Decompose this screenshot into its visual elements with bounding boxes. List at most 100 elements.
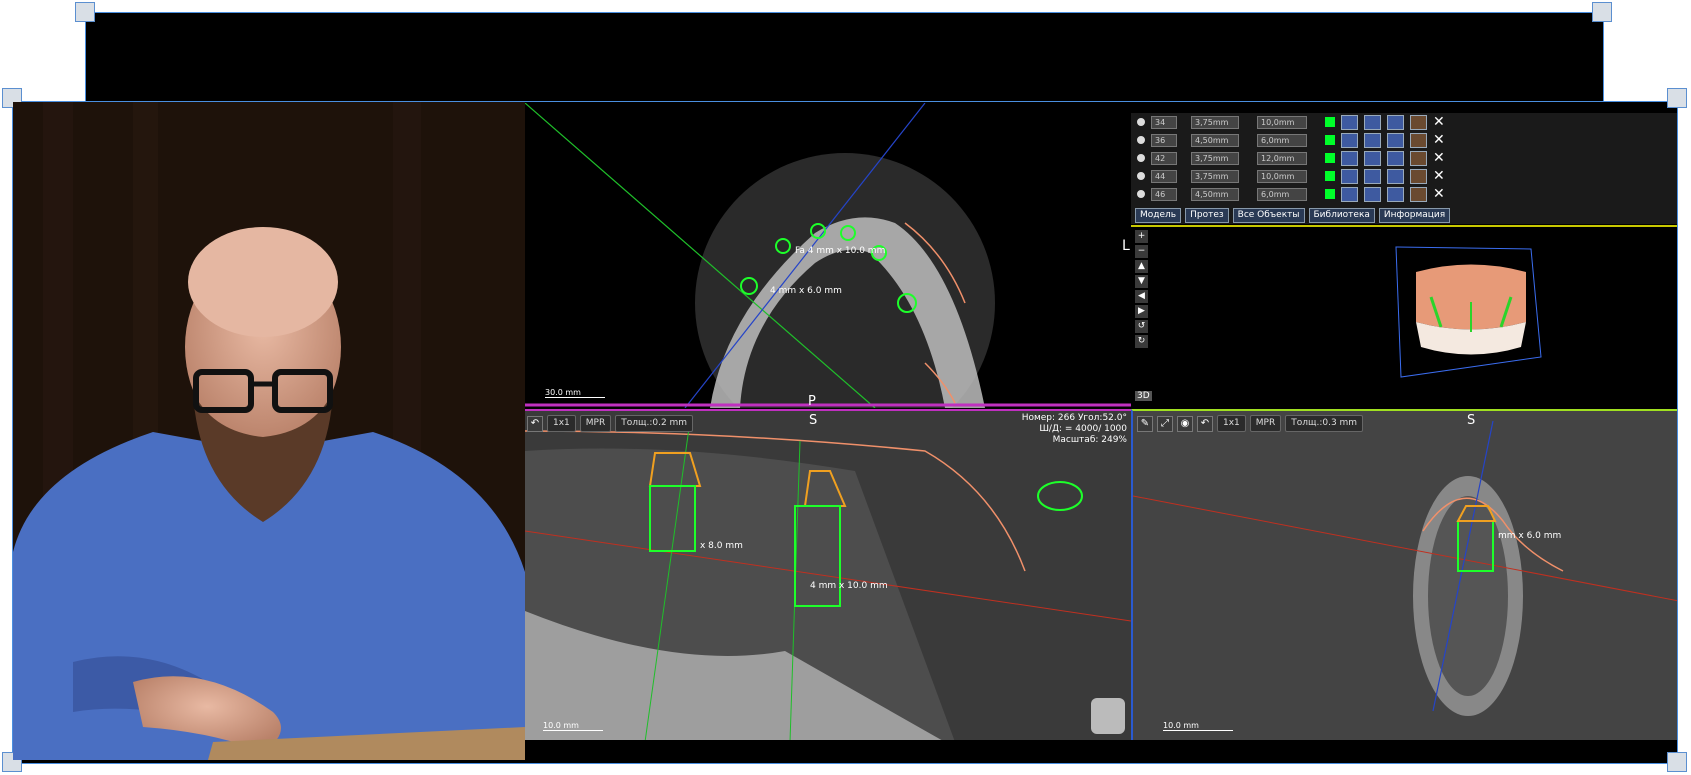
axial-orient-bottom: P	[808, 394, 816, 408]
rotate-right-icon[interactable]: ↻	[1135, 335, 1148, 348]
lock-icon[interactable]	[1364, 132, 1381, 148]
mpr-button[interactable]: MPR	[1249, 415, 1282, 432]
undo-icon[interactable]: ↶	[527, 415, 543, 432]
implant-row[interactable]: 36 4,50mm 6,0mm ✕	[1131, 131, 1677, 149]
radio-indicator[interactable]	[1137, 172, 1145, 180]
implant-diameter[interactable]: 4,50mm	[1191, 187, 1239, 201]
tool-icon[interactable]	[1410, 168, 1427, 184]
implant-length[interactable]: 6,0mm	[1257, 133, 1307, 147]
implant-icon[interactable]	[1387, 186, 1404, 202]
implant-diameter[interactable]: 3,75mm	[1191, 151, 1239, 165]
delete-icon[interactable]: ✕	[1433, 115, 1445, 129]
zoom-in-icon[interactable]: +	[1135, 230, 1148, 243]
coronal-orient-top: S	[1467, 413, 1476, 428]
implant-diameter[interactable]: 3,75mm	[1191, 169, 1239, 183]
color-swatch[interactable]	[1325, 171, 1335, 181]
coronal-scale-bar: 10.0 mm	[1163, 721, 1233, 731]
implant-icon[interactable]	[1387, 150, 1404, 166]
implant-icon[interactable]	[1387, 114, 1404, 130]
implant-length[interactable]: 10,0mm	[1257, 169, 1307, 183]
resize-handle-br[interactable]	[1667, 752, 1687, 772]
implant-number: 34	[1151, 115, 1177, 129]
sagittal-view[interactable]: ↶ 1x1 MPR Толщ.:0.2 mm S Номер: 266 Угол…	[525, 409, 1131, 740]
coronal-view[interactable]: ✎ ⤢ ◉ ↶ 1x1 MPR Толщ.:0.3 mm S mm x 6.0 …	[1131, 409, 1677, 740]
lock-icon[interactable]	[1364, 150, 1381, 166]
implant-length[interactable]: 6,0mm	[1257, 187, 1307, 201]
color-swatch[interactable]	[1325, 189, 1335, 199]
lock-icon[interactable]	[1364, 186, 1381, 202]
implant-length[interactable]: 10,0mm	[1257, 115, 1307, 129]
arrow-right-icon[interactable]: ▶	[1135, 305, 1148, 318]
implant-rows: 34 3,75mm 10,0mm ✕ 36 4,50mm 6,0mm ✕ 42 3,75mm 12,…	[1131, 113, 1677, 203]
tab-info[interactable]: Информация	[1378, 208, 1451, 223]
thickness-field[interactable]: Толщ.:0.2 mm	[615, 415, 694, 432]
axial-orient-left: L	[1122, 238, 1130, 254]
delete-icon[interactable]: ✕	[1433, 169, 1445, 183]
resize-handle-back-tl[interactable]	[75, 2, 95, 22]
arrow-left-icon[interactable]: ◀	[1135, 290, 1148, 303]
implant-icon[interactable]	[1387, 132, 1404, 148]
tab-prosthesis[interactable]: Протез	[1185, 208, 1229, 223]
sagittal-toolbar: ↶ 1x1 MPR Толщ.:0.2 mm	[527, 415, 694, 432]
tab-all-objects[interactable]: Все Объекты	[1232, 208, 1305, 223]
head-orientation-icon[interactable]	[1091, 698, 1125, 734]
implant-diameter[interactable]: 3,75mm	[1191, 115, 1239, 129]
radio-indicator[interactable]	[1137, 118, 1145, 126]
camera-icon[interactable]: ◉	[1177, 415, 1193, 432]
arrow-up-icon[interactable]: ▲	[1135, 260, 1148, 273]
tabs-bar: Модель Протез Все Объекты Библиотека Инф…	[1131, 205, 1677, 224]
color-swatch[interactable]	[1325, 135, 1335, 145]
eye-icon[interactable]	[1341, 150, 1358, 166]
implant-length[interactable]: 12,0mm	[1257, 151, 1307, 165]
implant-icon[interactable]	[1387, 168, 1404, 184]
coronal-scan-image	[1133, 411, 1677, 740]
implant-number: 46	[1151, 187, 1177, 201]
tool-icon[interactable]	[1410, 114, 1427, 130]
tab-model[interactable]: Модель	[1135, 208, 1182, 223]
sagittal-annotation-2: x 8.0 mm	[700, 541, 743, 551]
tool-icon[interactable]	[1410, 186, 1427, 202]
radio-indicator[interactable]	[1137, 190, 1145, 198]
color-swatch[interactable]	[1325, 153, 1335, 163]
radio-indicator[interactable]	[1137, 136, 1145, 144]
undo-icon[interactable]: ↶	[1197, 415, 1213, 432]
implant-row[interactable]: 34 3,75mm 10,0mm ✕	[1131, 113, 1677, 131]
implant-row[interactable]: 44 3,75mm 10,0mm ✕	[1131, 167, 1677, 185]
axial-view[interactable]: L P Fa 4 mm x 10.0 mm 4 mm x 6.0 mm 30.0…	[525, 103, 1131, 408]
view3d-label[interactable]: 3D	[1135, 391, 1152, 401]
delete-icon[interactable]: ✕	[1433, 187, 1445, 201]
view-3d[interactable]: + − ▲ ▼ ◀ ▶ ↺ ↻ 3D	[1131, 225, 1677, 408]
lock-icon[interactable]	[1364, 168, 1381, 184]
zoom-out-icon[interactable]: −	[1135, 245, 1148, 258]
arrow-down-icon[interactable]: ▼	[1135, 275, 1148, 288]
mpr-button[interactable]: MPR	[579, 415, 612, 432]
tab-library[interactable]: Библиотека	[1308, 208, 1375, 223]
color-swatch[interactable]	[1325, 117, 1335, 127]
resize-handle-back-tr[interactable]	[1592, 2, 1612, 22]
tool-icon[interactable]	[1410, 150, 1427, 166]
implant-diameter[interactable]: 4,50mm	[1191, 133, 1239, 147]
eye-icon[interactable]	[1341, 114, 1358, 130]
resize-handle-tr[interactable]	[1667, 88, 1687, 108]
layout-1x1-button[interactable]: 1x1	[1217, 415, 1246, 432]
eye-icon[interactable]	[1341, 186, 1358, 202]
eye-icon[interactable]	[1341, 168, 1358, 184]
delete-icon[interactable]: ✕	[1433, 151, 1445, 165]
fullscreen-icon[interactable]: ⤢	[1157, 415, 1173, 432]
tool-icon[interactable]	[1410, 132, 1427, 148]
sagittal-scale-bar: 10.0 mm	[543, 721, 603, 731]
implant-number: 36	[1151, 133, 1177, 147]
eye-icon[interactable]	[1341, 132, 1358, 148]
radio-indicator[interactable]	[1137, 154, 1145, 162]
presenter-video	[13, 102, 525, 760]
tools-icon[interactable]: ✎	[1137, 415, 1153, 432]
axial-annotation-2: 4 mm x 6.0 mm	[770, 286, 842, 296]
implant-row[interactable]: 42 3,75mm 12,0mm ✕	[1131, 149, 1677, 167]
lock-icon[interactable]	[1364, 114, 1381, 130]
presenter-illustration	[13, 102, 525, 760]
implant-row[interactable]: 46 4,50mm 6,0mm ✕	[1131, 185, 1677, 203]
delete-icon[interactable]: ✕	[1433, 133, 1445, 147]
thickness-field[interactable]: Толщ.:0.3 mm	[1285, 415, 1364, 432]
rotate-left-icon[interactable]: ↺	[1135, 320, 1148, 333]
layout-1x1-button[interactable]: 1x1	[547, 415, 576, 432]
